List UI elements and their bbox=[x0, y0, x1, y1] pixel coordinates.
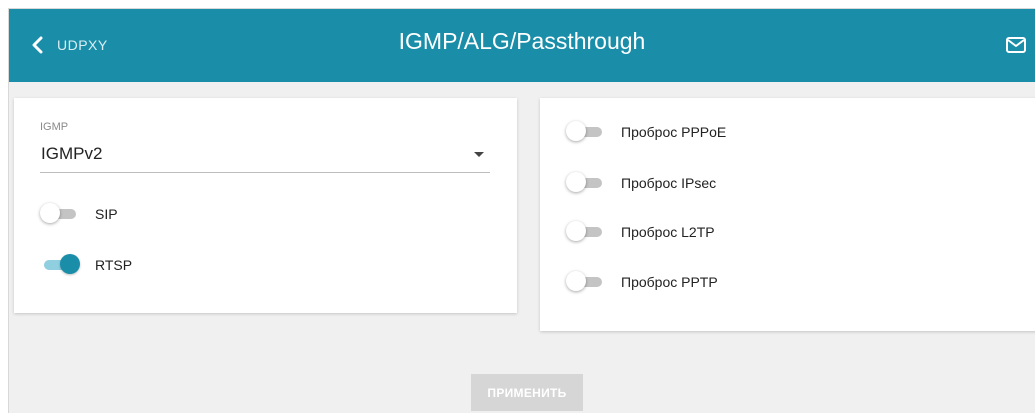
ipsec-passthrough-label: Проброс IPsec bbox=[621, 175, 717, 191]
l2tp-passthrough-label: Проброс L2TP bbox=[621, 224, 715, 240]
rtsp-toggle[interactable] bbox=[40, 254, 80, 276]
igmp-select-value: IGMPv2 bbox=[41, 144, 103, 163]
ipsec-passthrough-toggle[interactable] bbox=[566, 172, 606, 194]
sip-label: SIP bbox=[95, 206, 118, 222]
passthrough-card: Проброс PPPoE Проброс IPsec Проброс L2TP… bbox=[540, 98, 1035, 331]
rtsp-label: RTSP bbox=[95, 257, 133, 273]
toggle-row-ipsec[interactable]: Проброс IPsec bbox=[566, 172, 716, 194]
toggle-knob bbox=[566, 271, 586, 291]
l2tp-passthrough-toggle[interactable] bbox=[566, 221, 606, 243]
toggle-row-l2tp[interactable]: Проброс L2TP bbox=[566, 221, 715, 243]
pppoe-passthrough-toggle[interactable] bbox=[566, 121, 606, 143]
toggle-row-pptp[interactable]: Проброс PPTP bbox=[566, 271, 718, 293]
sip-toggle[interactable] bbox=[40, 203, 80, 225]
toggle-row-sip[interactable]: SIP bbox=[40, 203, 118, 225]
toggle-knob bbox=[40, 203, 60, 223]
chevron-down-icon bbox=[474, 152, 484, 157]
toggle-knob bbox=[566, 172, 586, 192]
toggle-row-rtsp[interactable]: RTSP bbox=[40, 254, 132, 276]
pptp-passthrough-toggle[interactable] bbox=[566, 271, 606, 293]
top-header: UDPXY IGMP/ALG/Passthrough bbox=[9, 9, 1035, 82]
igmp-label: IGMP bbox=[40, 121, 69, 133]
page-frame: UDPXY IGMP/ALG/Passthrough IGMP IGMPv2 S… bbox=[8, 8, 1035, 413]
apply-button[interactable]: ПРИМЕНИТЬ bbox=[471, 374, 583, 411]
igmp-alg-card: IGMP IGMPv2 SIP RTSP bbox=[14, 98, 517, 313]
toggle-knob bbox=[60, 254, 80, 274]
pptp-passthrough-label: Проброс PPTP bbox=[621, 274, 718, 290]
toggle-knob bbox=[566, 221, 586, 241]
page-title: IGMP/ALG/Passthrough bbox=[398, 28, 646, 54]
toggle-row-pppoe[interactable]: Проброс PPPoE bbox=[566, 121, 726, 143]
mail-icon[interactable] bbox=[1005, 36, 1027, 54]
toggle-knob bbox=[566, 121, 586, 141]
igmp-select[interactable]: IGMPv2 bbox=[40, 138, 490, 173]
pppoe-passthrough-label: Проброс PPPoE bbox=[621, 124, 727, 140]
